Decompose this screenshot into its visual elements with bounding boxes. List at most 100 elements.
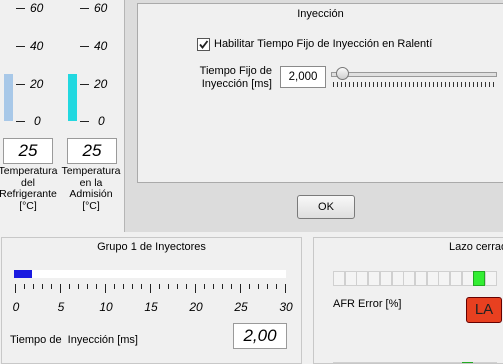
afr-led-cell (414, 271, 427, 286)
slider-tick (485, 82, 486, 87)
slider-tick (405, 82, 406, 87)
injection-axis-tick (15, 284, 16, 293)
slider-tick (341, 82, 342, 87)
intake-scale-tick (80, 46, 89, 47)
injection-axis-label: 20 (189, 300, 203, 314)
afr-led-cell (344, 271, 357, 286)
slider-tick (457, 82, 458, 87)
slider-tick (337, 82, 338, 87)
slider-tick (349, 82, 350, 87)
injection-axis-tick (114, 284, 115, 289)
injection-axis-tick (177, 284, 178, 289)
slider-tick (469, 82, 470, 87)
slider-tick (389, 82, 390, 87)
injection-axis-tick (276, 284, 277, 289)
intake-scale-label: 20 (94, 77, 108, 91)
injector-group-panel: Grupo 1 de Inyectores 0 5 10 15 20 25 30… (1, 237, 302, 364)
afr-led-cell (368, 271, 381, 286)
intake-level-bar (68, 73, 77, 121)
fixed-time-label: Tiempo Fijo de Inyección [ms] (199, 65, 272, 90)
injection-axis-tick (258, 284, 259, 289)
afr-led-cell (391, 271, 404, 286)
slider-tick (357, 82, 358, 87)
slider-tick (433, 82, 434, 87)
dialog-title: Inyección (297, 8, 344, 20)
injection-axis-tick (105, 284, 106, 293)
injection-axis-tick (78, 284, 79, 289)
coolant-caption: Temperatura del Refrigerante [°C] (0, 165, 58, 212)
injection-axis-label: 30 (279, 300, 293, 314)
fixed-injection-checkbox[interactable] (197, 38, 210, 51)
injection-axis-label: 25 (234, 300, 248, 314)
injection-axis-tick (195, 284, 196, 293)
injection-axis-label: 15 (144, 300, 158, 314)
injection-axis-tick (150, 284, 151, 293)
slider-tick (373, 82, 374, 87)
afr-error-label: AFR Error [%] (333, 298, 402, 310)
coolant-level-bar (4, 73, 13, 121)
slider-tick (361, 82, 362, 87)
injection-axis-tick (123, 284, 124, 289)
injection-axis-tick (51, 284, 52, 289)
coolant-scale-tick (16, 8, 25, 9)
coolant-scale-label: 40 (30, 39, 44, 53)
afr-led-bar-top (333, 271, 503, 286)
slider-tick (441, 82, 442, 87)
ok-button[interactable]: OK (297, 195, 355, 219)
slider-tick (453, 82, 454, 87)
coolant-scale-tick (16, 84, 25, 85)
slider-tick (437, 82, 438, 87)
slider-tick (445, 82, 446, 87)
slider-tick (345, 82, 346, 87)
injection-axis-tick (222, 284, 223, 289)
fixed-time-input[interactable]: 2,000 (280, 66, 326, 88)
injection-time-value: 2,00 (233, 323, 287, 349)
slider-tick (377, 82, 378, 87)
slider-track (331, 72, 497, 77)
slider-handle[interactable] (335, 67, 349, 80)
injection-axis-label: 0 (12, 300, 20, 314)
afr-led-cell (450, 271, 462, 286)
slider-tick (397, 82, 398, 87)
slider-tick (417, 82, 418, 87)
slider-tick (421, 82, 422, 87)
slider-tick (493, 82, 494, 87)
injection-axis-label: 10 (99, 300, 113, 314)
injection-axis-tick (87, 284, 88, 289)
injection-axis-tick (159, 284, 160, 289)
afr-led-cell (473, 271, 486, 286)
slider-tick (413, 82, 414, 87)
injector-group-title: Grupo 1 de Inyectores (97, 241, 206, 253)
intake-caption: Temperatura en la Admisión [°C] (61, 165, 121, 212)
slider-tick (333, 82, 334, 87)
injection-axis-tick (231, 284, 232, 289)
slider-ticks (329, 82, 497, 87)
slider-tick (461, 82, 462, 87)
injection-axis-tick (240, 284, 241, 293)
slider-tick (401, 82, 402, 87)
injection-axis-tick (24, 284, 25, 289)
slider-tick (473, 82, 474, 87)
slider-tick (369, 82, 370, 87)
coolant-temperature-value: 25 (3, 138, 53, 164)
injection-group: Inyección Habilitar Tiempo Fijo de Inyec… (137, 3, 503, 183)
intake-scale-tick (80, 121, 89, 122)
injection-axis-tick (186, 284, 187, 289)
afr-led-cell (438, 271, 451, 286)
slider-tick (429, 82, 430, 87)
fixed-time-slider[interactable] (329, 66, 499, 88)
afr-led-cell (461, 271, 474, 286)
coolant-scale-tick (16, 121, 25, 122)
slider-tick (381, 82, 382, 87)
slider-tick (353, 82, 354, 87)
slider-tick (481, 82, 482, 87)
slider-tick (393, 82, 394, 87)
injection-axis-tick (42, 284, 43, 289)
fixed-injection-checkbox-label[interactable]: Habilitar Tiempo Fijo de Inyección en Ra… (214, 38, 432, 50)
injection-axis-tick (213, 284, 214, 289)
afr-led-cell (403, 271, 416, 286)
coolant-scale-label: 20 (30, 77, 44, 91)
intake-scale-label: 40 (94, 39, 108, 53)
injection-axis-tick (96, 284, 97, 289)
coolant-scale-label: 0 (34, 114, 41, 128)
